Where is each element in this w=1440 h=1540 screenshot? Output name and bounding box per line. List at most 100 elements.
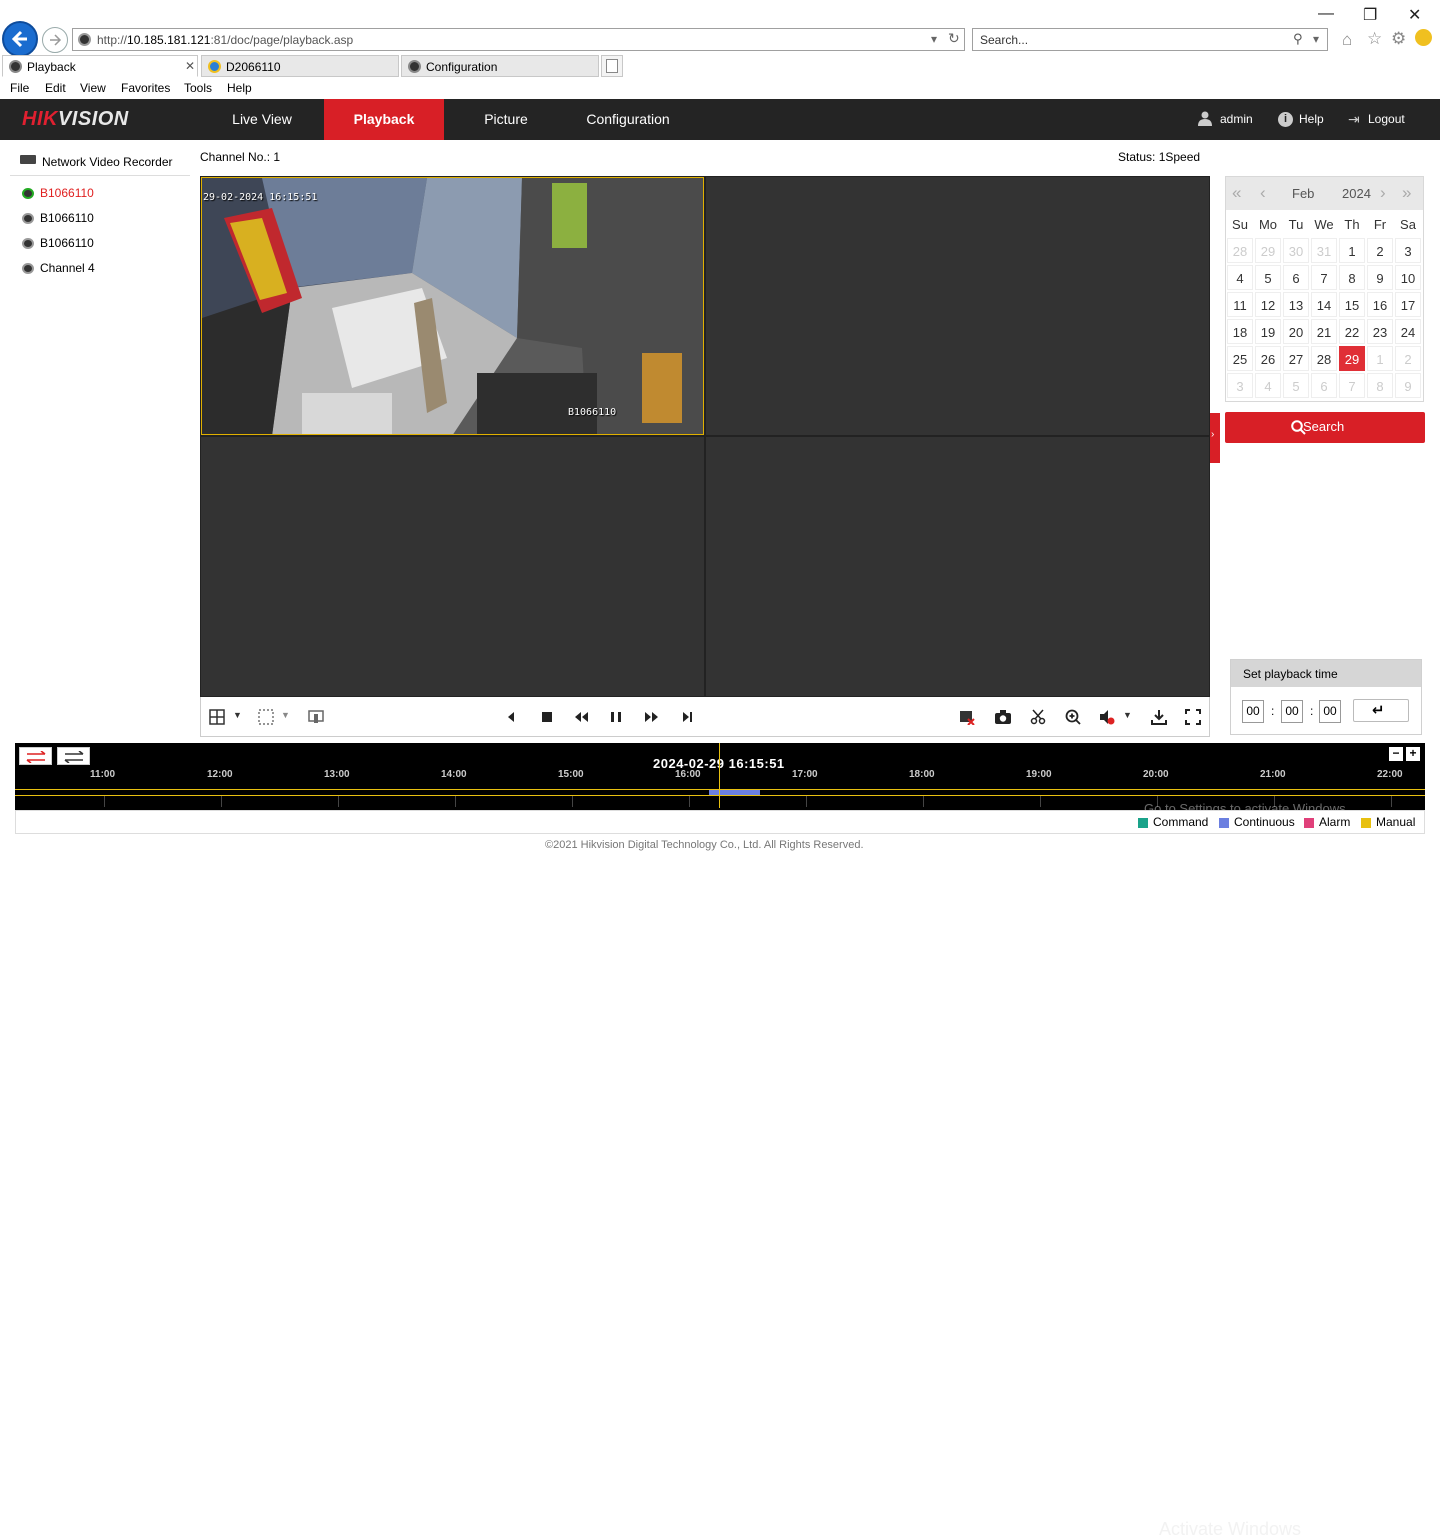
calendar-day[interactable]: 11: [1227, 292, 1253, 317]
tab-d2066110[interactable]: D2066110: [201, 55, 399, 77]
select-dropdown-icon[interactable]: ▼: [281, 710, 290, 720]
calendar-day[interactable]: 25: [1227, 346, 1253, 371]
video-pane-3[interactable]: [201, 437, 704, 696]
address-dropdown-icon[interactable]: ▾: [931, 32, 937, 46]
calendar-day[interactable]: 4: [1255, 373, 1281, 398]
calendar-day[interactable]: 6: [1283, 265, 1309, 290]
prev-year-icon[interactable]: «: [1232, 183, 1241, 203]
nav-playback[interactable]: Playback: [324, 99, 444, 140]
home-icon[interactable]: ⌂: [1342, 30, 1352, 50]
search-dropdown-icon[interactable]: ▾: [1313, 32, 1319, 46]
hour-input[interactable]: 00: [1242, 700, 1264, 723]
maximize-button[interactable]: ❐: [1363, 5, 1377, 25]
nav-picture[interactable]: Picture: [446, 99, 566, 140]
nav-configuration[interactable]: Configuration: [568, 99, 688, 140]
calendar-day[interactable]: 14: [1311, 292, 1337, 317]
calendar-day[interactable]: 17: [1395, 292, 1421, 317]
menu-favorites[interactable]: Favorites: [121, 81, 170, 95]
new-tab-button[interactable]: [601, 55, 623, 77]
nvr-root-label[interactable]: Network Video Recorder: [42, 155, 173, 169]
second-input[interactable]: 00: [1319, 700, 1341, 723]
menu-view[interactable]: View: [80, 81, 106, 95]
favorites-star-icon[interactable]: ☆: [1367, 29, 1382, 49]
timeline-cursor[interactable]: [719, 743, 720, 808]
capture-camera-icon[interactable]: [994, 709, 1011, 725]
window-select-icon[interactable]: [258, 709, 274, 725]
minimize-button[interactable]: —: [1318, 5, 1334, 23]
logout-link[interactable]: Logout: [1368, 112, 1405, 126]
search-icon[interactable]: ⚲: [1293, 31, 1303, 47]
single-frame-icon[interactable]: [679, 709, 695, 725]
timeline-toggle-button-1[interactable]: [19, 747, 52, 765]
calendar-day[interactable]: 6: [1311, 373, 1337, 398]
recording-segment[interactable]: [709, 790, 760, 795]
calendar-month[interactable]: Feb: [1292, 186, 1314, 201]
calendar-day[interactable]: 13: [1283, 292, 1309, 317]
forward-button[interactable]: [42, 27, 68, 53]
menu-tools[interactable]: Tools: [184, 81, 212, 95]
calendar-day[interactable]: 5: [1255, 265, 1281, 290]
calendar-day[interactable]: 1: [1339, 238, 1365, 263]
calendar-day[interactable]: 30: [1283, 238, 1309, 263]
video-pane-1[interactable]: 29-02-2024 16:15:51 B1066110: [201, 177, 704, 435]
download-icon[interactable]: [1151, 709, 1167, 725]
close-window-button[interactable]: ✕: [1408, 5, 1421, 25]
smiley-feedback-icon[interactable]: [1415, 29, 1432, 46]
calendar-day[interactable]: 8: [1367, 373, 1393, 398]
calendar-day[interactable]: 3: [1227, 373, 1253, 398]
calendar-day[interactable]: 22: [1339, 319, 1365, 344]
audio-dropdown-icon[interactable]: ▼: [1123, 710, 1132, 720]
calendar-day[interactable]: 8: [1339, 265, 1365, 290]
timeline-toggle-button-2[interactable]: [57, 747, 90, 765]
calendar-day[interactable]: 2: [1395, 346, 1421, 371]
reverse-play-icon[interactable]: [503, 709, 519, 725]
prev-month-icon[interactable]: ‹: [1260, 183, 1266, 203]
calendar-day[interactable]: 15: [1339, 292, 1365, 317]
help-link[interactable]: Help: [1299, 112, 1324, 126]
calendar-day[interactable]: 24: [1395, 319, 1421, 344]
calendar-day[interactable]: 19: [1255, 319, 1281, 344]
calendar-day[interactable]: 2: [1367, 238, 1393, 263]
calendar-day[interactable]: 27: [1283, 346, 1309, 371]
calendar-day[interactable]: 26: [1255, 346, 1281, 371]
audio-muted-icon[interactable]: [1099, 709, 1115, 725]
username-label[interactable]: admin: [1220, 112, 1253, 126]
video-pane-2[interactable]: [706, 177, 1209, 435]
zoom-in-timeline-button[interactable]: +: [1406, 747, 1420, 761]
calendar-day[interactable]: 12: [1255, 292, 1281, 317]
calendar-day[interactable]: 1: [1367, 346, 1393, 371]
speed-up-icon[interactable]: [644, 709, 660, 725]
nav-live-view[interactable]: Live View: [202, 99, 322, 140]
close-tab-icon[interactable]: ✕: [185, 59, 195, 73]
search-button[interactable]: Search: [1225, 412, 1425, 443]
calendar-day[interactable]: 7: [1339, 373, 1365, 398]
stop-clip-icon[interactable]: [959, 709, 975, 726]
calendar-day[interactable]: 20: [1283, 319, 1309, 344]
menu-edit[interactable]: Edit: [45, 81, 66, 95]
calendar-year[interactable]: 2024: [1342, 186, 1371, 201]
pause-icon[interactable]: [608, 709, 624, 725]
calendar-day[interactable]: 16: [1367, 292, 1393, 317]
calendar-day[interactable]: 23: [1367, 319, 1393, 344]
slow-down-icon[interactable]: [573, 709, 589, 725]
refresh-icon[interactable]: ↻: [948, 30, 960, 47]
calendar-day[interactable]: 5: [1283, 373, 1309, 398]
back-button[interactable]: [2, 21, 38, 57]
clip-scissors-icon[interactable]: [1030, 709, 1046, 725]
split-dropdown-icon[interactable]: ▼: [233, 710, 242, 720]
gear-icon[interactable]: ⚙: [1391, 29, 1406, 49]
tab-configuration[interactable]: Configuration: [401, 55, 599, 77]
browser-search-input[interactable]: Search... ⚲ ▾: [972, 28, 1328, 51]
address-bar[interactable]: http://10.185.181.121:81/doc/page/playba…: [72, 28, 965, 51]
calendar-day[interactable]: 9: [1367, 265, 1393, 290]
calendar-day[interactable]: 31: [1311, 238, 1337, 263]
zoom-in-icon[interactable]: [1065, 709, 1081, 725]
menu-help[interactable]: Help: [227, 81, 252, 95]
apply-time-button[interactable]: ↵: [1353, 699, 1409, 722]
calendar-day[interactable]: 4: [1227, 265, 1253, 290]
calendar-day[interactable]: 9: [1395, 373, 1421, 398]
tab-playback[interactable]: Playback ✕: [2, 55, 198, 77]
calendar-day[interactable]: 10: [1395, 265, 1421, 290]
calendar-day[interactable]: 18: [1227, 319, 1253, 344]
timeline[interactable]: 2024-02-29 16:15:51 − + 11:00 12:00 13:00 1…: [15, 743, 1425, 1539]
